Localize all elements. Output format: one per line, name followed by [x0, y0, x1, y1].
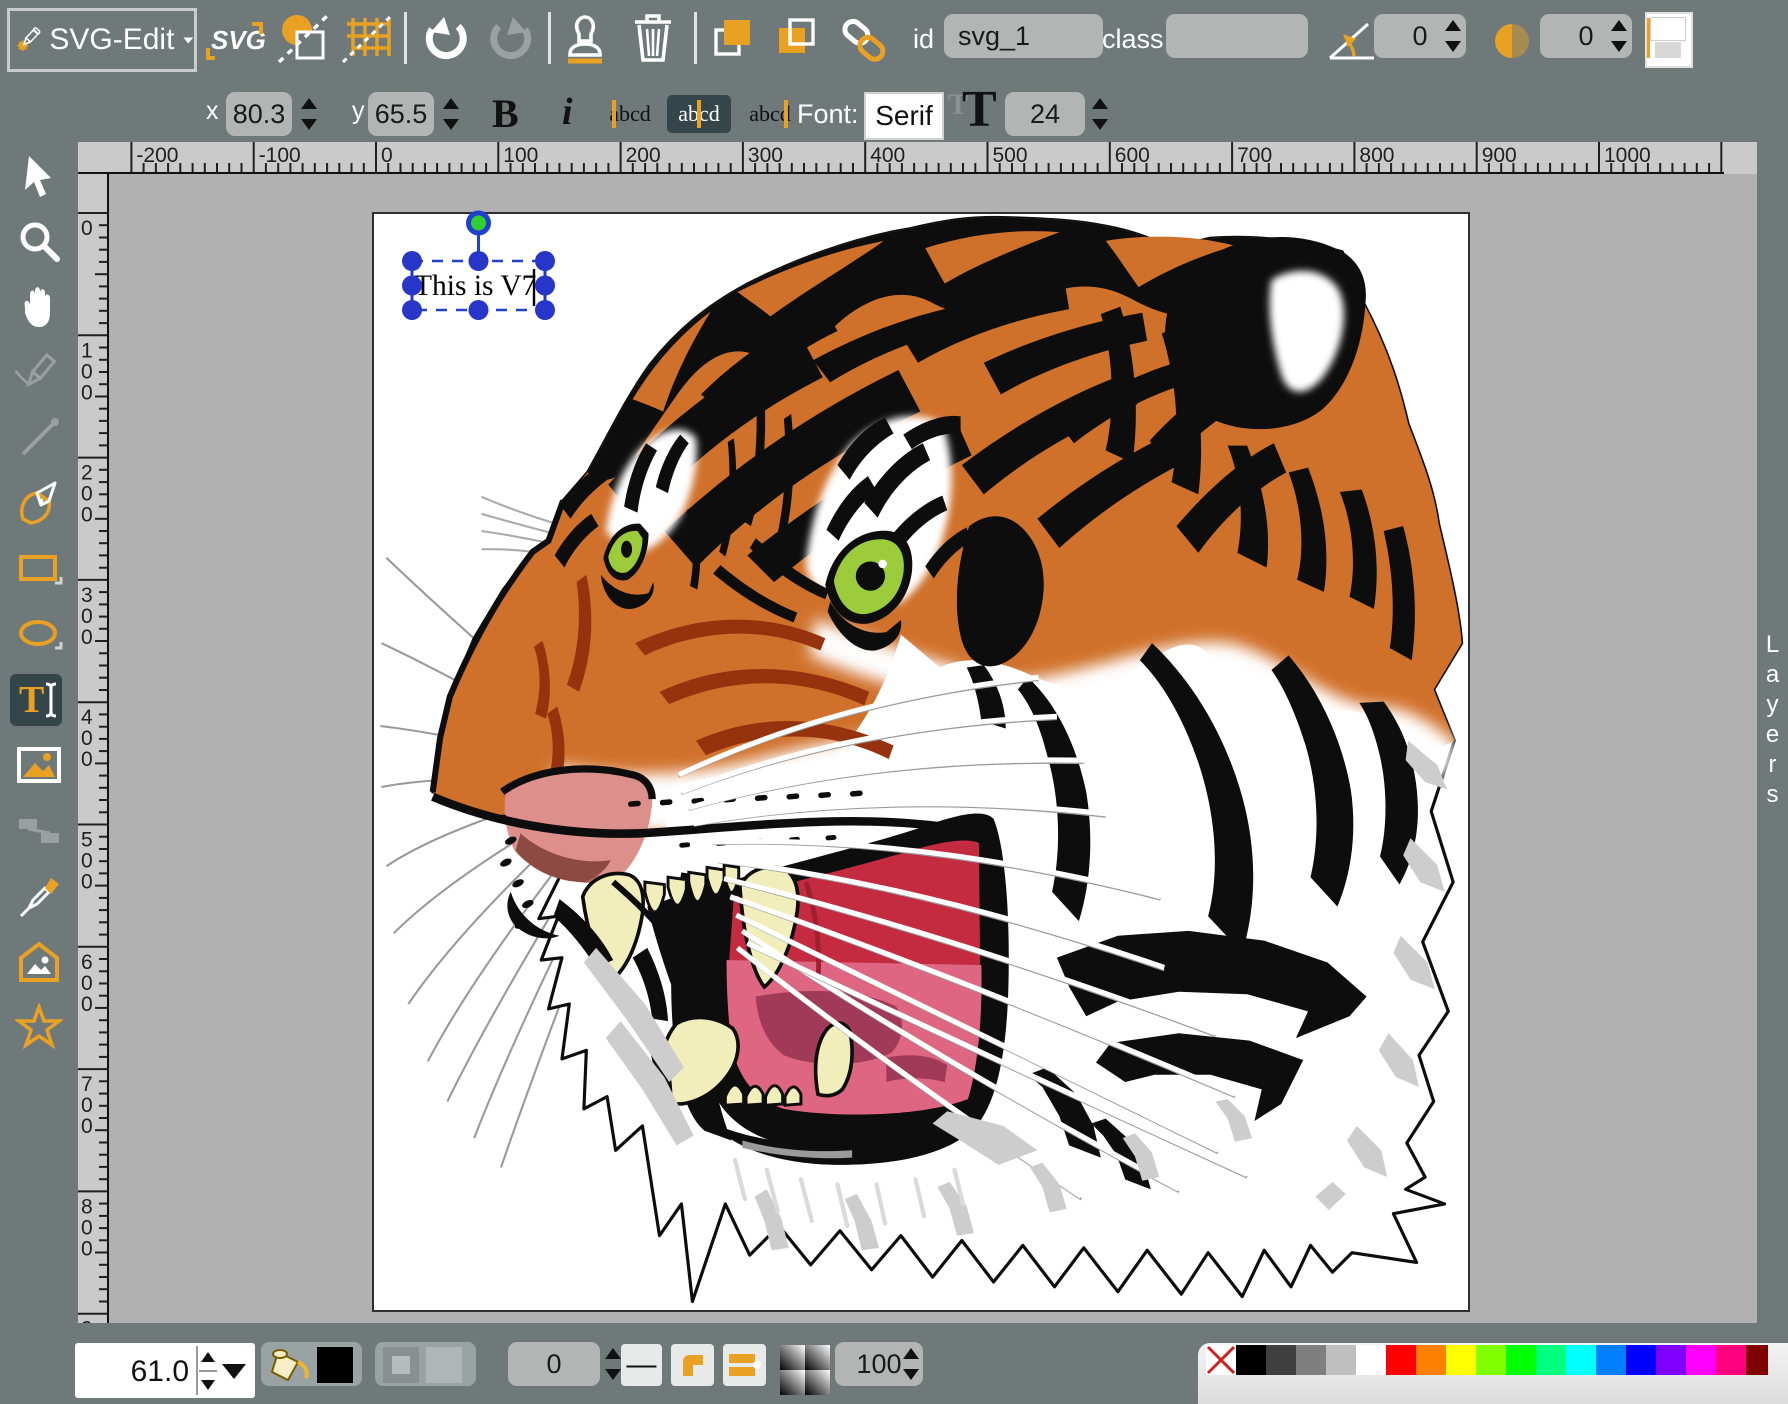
svg-text:800: 800 [1359, 144, 1394, 167]
svg-text:0: 0 [81, 1237, 93, 1260]
svg-text:0: 0 [81, 993, 93, 1016]
svg-text:3: 3 [81, 584, 93, 607]
svg-text:0: 0 [81, 605, 93, 628]
svg-text:600: 600 [1115, 144, 1150, 167]
svg-text:400: 400 [870, 144, 905, 167]
svg-text:300: 300 [748, 144, 783, 167]
svg-text:0: 0 [81, 1115, 93, 1138]
svg-text:8: 8 [81, 1195, 93, 1218]
svg-text:0: 0 [81, 360, 93, 383]
svg-text:0: 0 [81, 1094, 93, 1117]
svg-text:0: 0 [81, 381, 93, 404]
svg-text:0: 0 [81, 748, 93, 771]
svg-text:7: 7 [81, 1073, 93, 1096]
svg-text:0: 0 [81, 483, 93, 506]
svg-text:0: 0 [81, 626, 93, 649]
svg-text:0: 0 [81, 972, 93, 995]
svg-text:0: 0 [81, 871, 93, 894]
svg-text:SVG: SVG [211, 25, 265, 55]
svg-text:5: 5 [81, 829, 93, 852]
svg-text:100: 100 [503, 144, 538, 167]
svg-text:0: 0 [81, 1216, 93, 1239]
svg-text:0: 0 [81, 727, 93, 750]
svg-text:700: 700 [1237, 144, 1272, 167]
svg-text:0: 0 [81, 504, 93, 527]
svg-text:6: 6 [81, 951, 93, 974]
svg-text:0: 0 [81, 217, 93, 240]
svg-text:This is V7: This is V7 [414, 270, 536, 302]
svg-text:200: 200 [626, 144, 661, 167]
svg-text:0: 0 [381, 144, 393, 167]
svg-text:0: 0 [81, 850, 93, 873]
svg-text:500: 500 [993, 144, 1028, 167]
svg-text:4: 4 [81, 706, 93, 729]
svg-text:1: 1 [81, 339, 93, 362]
svg-text:900: 900 [1482, 144, 1517, 167]
svg-text:2: 2 [81, 462, 93, 485]
svg-text:T: T [19, 679, 44, 721]
